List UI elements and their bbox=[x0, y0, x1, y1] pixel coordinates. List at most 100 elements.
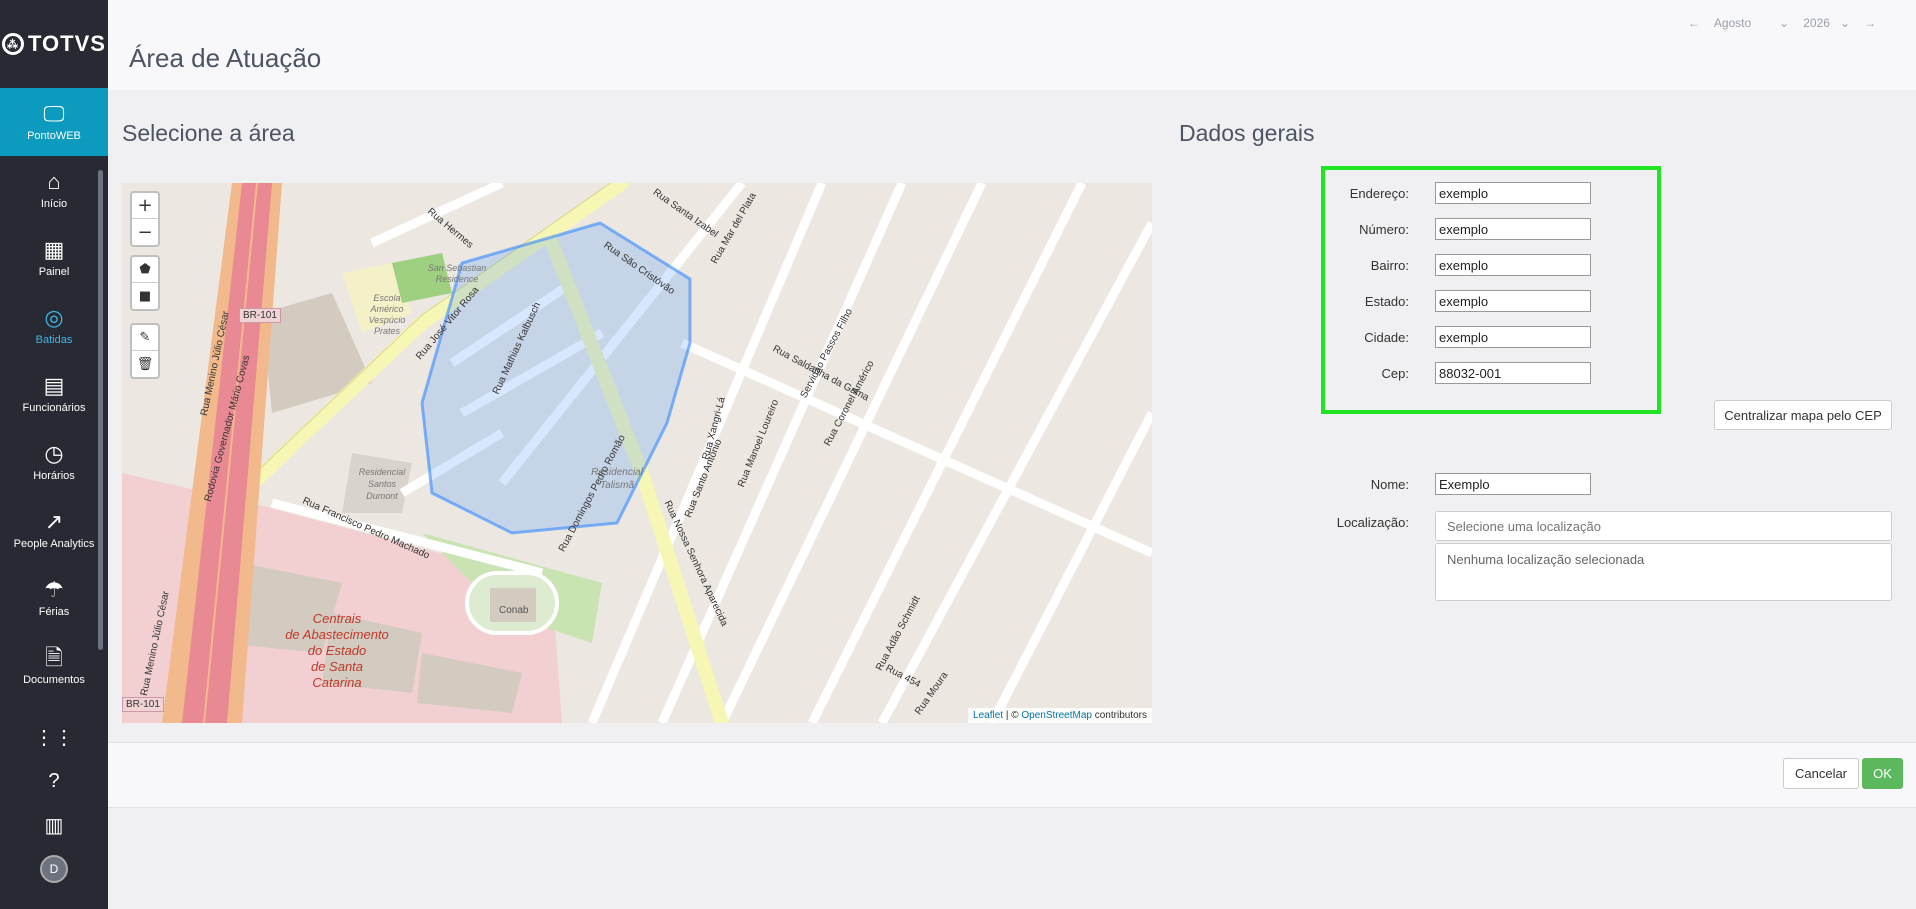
dashboard-icon: ▦ bbox=[43, 236, 65, 262]
sidebar-item-funcionarios[interactable]: ▤ Funcionários bbox=[0, 360, 108, 428]
user-avatar-button[interactable]: D bbox=[0, 847, 108, 891]
draw-polygon-icon[interactable]: ⬟ bbox=[132, 257, 158, 283]
sidebar: ⁂ TOTVS 🖵 PontoWEB ⌂ Início ▦ Painel ◎ B… bbox=[0, 0, 108, 909]
sidebar-item-horarios[interactable]: ◷ Horários bbox=[0, 428, 108, 496]
sidebar-item-label: Documentos bbox=[23, 673, 85, 686]
localizacao-selected-list: Nenhuma localização selecionada bbox=[1435, 543, 1892, 601]
sidebar-item-people-analytics[interactable]: ↗ People Analytics bbox=[0, 496, 108, 564]
sidebar-item-label: Batidas bbox=[35, 333, 73, 346]
cep-row: Cep: bbox=[1309, 362, 1591, 384]
numero-label: Número: bbox=[1359, 221, 1409, 237]
sidebar-item-label: PontoWEB bbox=[27, 129, 81, 142]
cep-field[interactable] bbox=[1435, 362, 1591, 384]
cancel-button[interactable]: Cancelar bbox=[1783, 758, 1859, 789]
zoom-control: + − bbox=[130, 191, 160, 247]
br101-label: BR-101 bbox=[122, 697, 164, 712]
endereco-row: Endereço: bbox=[1309, 182, 1591, 204]
page-header: Área de Atuação ← Agosto ⌄ 2026 ⌄ → bbox=[108, 0, 1916, 90]
cidade-field[interactable] bbox=[1435, 326, 1591, 348]
ok-button[interactable]: OK bbox=[1862, 758, 1903, 789]
chevron-down-icon: ⌄ bbox=[1779, 16, 1790, 30]
san-sebastian-label: San Sebastian Residence bbox=[427, 263, 487, 284]
localizacao-search-input[interactable] bbox=[1435, 511, 1892, 541]
sidebar-item-label: Painel bbox=[38, 265, 70, 278]
estado-row: Estado: bbox=[1309, 290, 1591, 312]
next-month-icon[interactable]: → bbox=[1864, 16, 1876, 30]
trending-icon: ↗ bbox=[44, 508, 64, 534]
sidebar-item-label: Funcionários bbox=[22, 401, 86, 414]
cidade-row: Cidade: bbox=[1309, 326, 1591, 348]
monitor-icon: 🖵 bbox=[43, 100, 65, 126]
sidebar-item-ferias[interactable]: ☂ Férias bbox=[0, 564, 108, 632]
br101-label: BR-101 bbox=[239, 308, 281, 323]
totvs-logo[interactable]: ⁂ TOTVS bbox=[0, 0, 108, 88]
attribution-separator: | © bbox=[1003, 710, 1022, 721]
avatar: D bbox=[40, 855, 68, 883]
document-icon: 🗎 bbox=[45, 644, 63, 670]
bairro-label: Bairro: bbox=[1370, 257, 1409, 273]
nome-row: Nome: bbox=[1309, 473, 1591, 495]
month-select[interactable]: Agosto ⌄ bbox=[1714, 16, 1789, 30]
fingerprint-icon: ◎ bbox=[44, 304, 64, 330]
building-icon[interactable]: ▥ bbox=[0, 803, 108, 847]
edit-toolbar: ✎ 🗑 bbox=[130, 323, 160, 379]
sidebar-item-label: Início bbox=[40, 197, 68, 210]
home-icon: ⌂ bbox=[47, 168, 61, 194]
bairro-field[interactable] bbox=[1435, 254, 1591, 276]
beach-umbrella-icon: ☂ bbox=[44, 576, 64, 602]
cep-label: Cep: bbox=[1381, 365, 1409, 381]
zoom-in-button[interactable]: + bbox=[132, 193, 158, 219]
totvs-logo-icon: ⁂ bbox=[2, 33, 25, 55]
year-value: 2026 bbox=[1803, 16, 1830, 30]
center-map-by-cep-button[interactable]: Centralizar mapa pelo CEP bbox=[1714, 400, 1892, 430]
map-attribution: Leaflet | © OpenStreetMap contributors bbox=[968, 708, 1152, 723]
sidebar-item-batidas[interactable]: ◎ Batidas bbox=[0, 292, 108, 360]
nome-label: Nome: bbox=[1370, 476, 1409, 492]
bairro-row: Bairro: bbox=[1309, 254, 1591, 276]
month-value: Agosto bbox=[1713, 16, 1752, 30]
delete-layers-icon[interactable]: 🗑 bbox=[132, 351, 158, 377]
sidebar-scrollbar[interactable] bbox=[98, 170, 103, 650]
draw-toolbar: ⬟ ■ bbox=[130, 255, 160, 311]
sidebar-item-label: Horários bbox=[33, 469, 75, 482]
map-section-title: Selecione a área bbox=[122, 120, 295, 146]
form-section-title: Dados gerais bbox=[1179, 120, 1315, 146]
endereco-field[interactable] bbox=[1435, 182, 1591, 204]
help-icon[interactable]: ? bbox=[0, 759, 108, 803]
sidebar-item-pontoweb[interactable]: 🖵 PontoWEB bbox=[0, 88, 108, 156]
badge-icon: ▤ bbox=[43, 372, 65, 398]
sidebar-bottom: ⋮⋮ ? ▥ D bbox=[0, 715, 108, 891]
date-navigator: ← Agosto ⌄ 2026 ⌄ → bbox=[1688, 16, 1876, 30]
localizacao-row: Localização: bbox=[1309, 515, 1435, 530]
sidebar-item-label: People Analytics bbox=[13, 537, 95, 550]
page-title: Área de Atuação bbox=[129, 43, 322, 73]
numero-row: Número: bbox=[1309, 218, 1591, 240]
numero-field[interactable] bbox=[1435, 218, 1591, 240]
estado-field[interactable] bbox=[1435, 290, 1591, 312]
edit-layers-icon[interactable]: ✎ bbox=[132, 325, 158, 351]
chevron-down-icon: ⌄ bbox=[1839, 16, 1850, 30]
footer-bar bbox=[108, 742, 1916, 808]
zoom-out-button[interactable]: − bbox=[132, 219, 158, 245]
escola-label: Escola Américo Vespúcio Prates bbox=[368, 293, 406, 336]
attribution-suffix: contributors bbox=[1091, 710, 1147, 721]
apps-grid-icon[interactable]: ⋮⋮ bbox=[0, 715, 108, 759]
leaflet-link[interactable]: Leaflet bbox=[973, 710, 1003, 721]
sidebar-item-documentos[interactable]: 🗎 Documentos bbox=[0, 632, 108, 700]
sidebar-item-label: Férias bbox=[38, 605, 70, 618]
centrais-label: Centrais de Abastecimento do Estado de S… bbox=[285, 611, 389, 690]
osm-link[interactable]: OpenStreetMap bbox=[1021, 710, 1092, 721]
estado-label: Estado: bbox=[1364, 293, 1409, 309]
previous-month-icon[interactable]: ← bbox=[1688, 16, 1700, 30]
map-canvas[interactable]: BR-101 BR-101 Conab Centrais de Abasteci… bbox=[122, 183, 1152, 723]
year-select[interactable]: 2026 ⌄ bbox=[1803, 16, 1850, 30]
residencial-santos-label: Residencial Santos Dumont bbox=[358, 467, 406, 501]
sidebar-item-inicio[interactable]: ⌂ Início bbox=[0, 156, 108, 224]
sidebar-item-painel[interactable]: ▦ Painel bbox=[0, 224, 108, 292]
logo-text: TOTVS bbox=[28, 31, 106, 56]
draw-rectangle-icon[interactable]: ■ bbox=[132, 283, 158, 309]
endereco-label: Endereço: bbox=[1349, 185, 1409, 201]
localizacao-label: Localização: bbox=[1336, 515, 1409, 530]
conab-label: Conab bbox=[499, 605, 529, 616]
nome-field[interactable] bbox=[1435, 473, 1591, 495]
